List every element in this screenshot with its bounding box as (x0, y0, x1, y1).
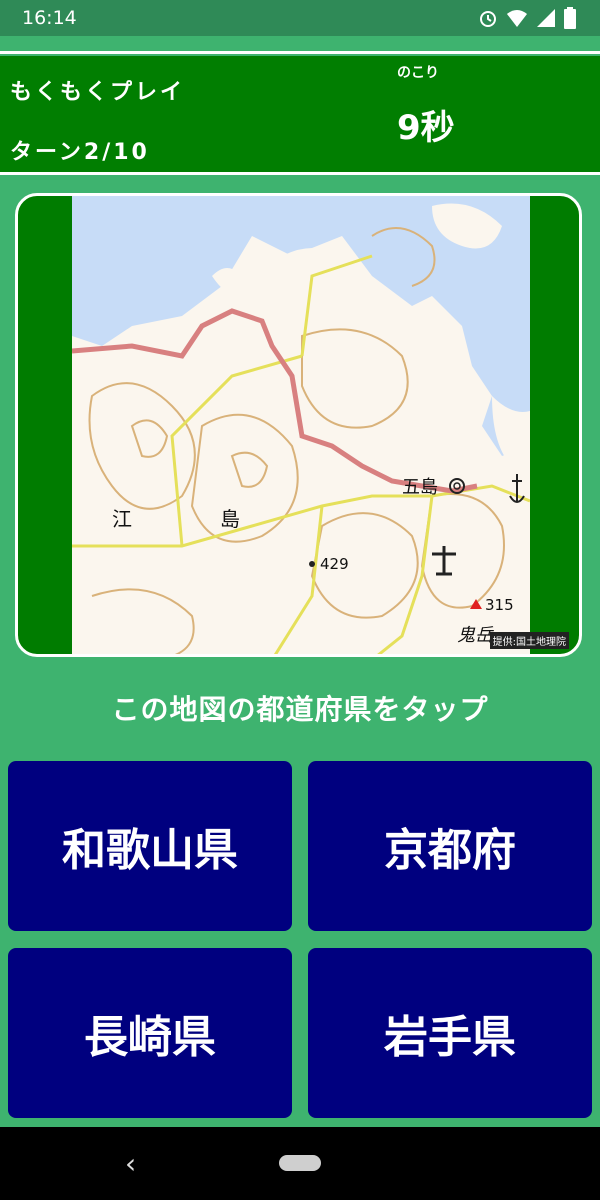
map-credit: 提供:国土地理院 (489, 632, 569, 649)
system-nav-bar: ‹ (0, 1127, 600, 1200)
instruction-text: この地図の都道府県をタップ (111, 693, 489, 726)
turn-counter: ターン2/10 (10, 140, 150, 165)
map-frame: 五島 江 島 429 315 鬼岳 提供:国土地理院 (15, 193, 582, 657)
map-label-elev-315: 315 (485, 596, 514, 614)
header-divider-bottom (0, 172, 600, 175)
choice-button-3[interactable]: 長崎県 (8, 948, 292, 1118)
map-label-e: 江 (112, 507, 132, 531)
status-icons (478, 6, 576, 30)
back-icon[interactable]: ‹ (125, 1147, 136, 1180)
home-pill-icon[interactable] (279, 1155, 321, 1171)
remaining-label: のこり (397, 65, 439, 81)
map-label-elev-429: 429 (320, 555, 349, 573)
mode-label: もくもくプレイ (10, 80, 186, 105)
header-divider-top (0, 51, 600, 54)
status-bar: 16:14 (0, 0, 600, 36)
choice-button-2[interactable]: 京都府 (308, 761, 592, 931)
status-time: 16:14 (22, 7, 77, 29)
wifi-icon (507, 10, 527, 27)
alarm-icon (480, 11, 496, 27)
signal-icon (537, 9, 555, 27)
remaining-time: 9秒 (397, 108, 455, 148)
map-label-oni: 鬼岳 (457, 625, 494, 646)
map-label-shima: 島 (220, 507, 240, 531)
topographic-map: 五島 江 島 429 315 鬼岳 (72, 196, 530, 654)
choice-button-1[interactable]: 和歌山県 (8, 761, 292, 931)
battery-icon (564, 7, 576, 29)
map-label-goto: 五島 (402, 477, 438, 498)
choice-button-4[interactable]: 岩手県 (308, 948, 592, 1118)
